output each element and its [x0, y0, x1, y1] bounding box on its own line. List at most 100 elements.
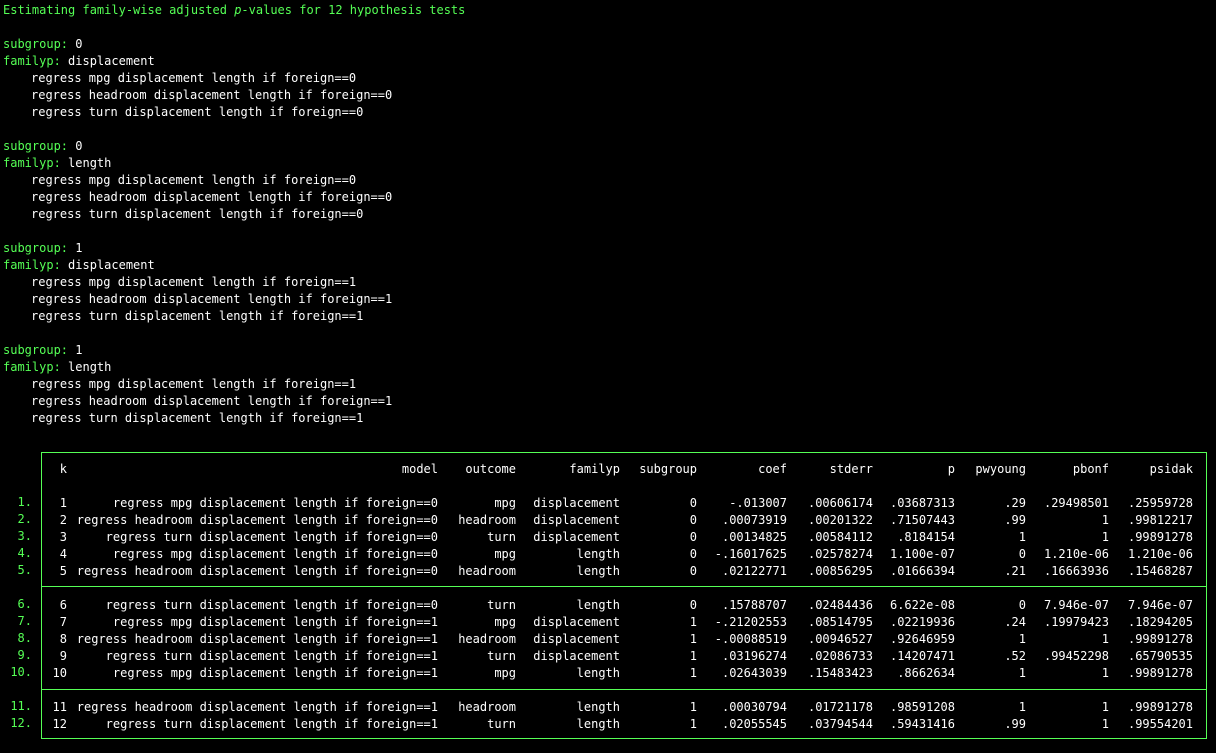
cell-outcome: turn: [487, 598, 516, 612]
subgroup-label: subgroup:: [3, 139, 69, 153]
column-header-p: p: [947, 462, 955, 476]
cell-familyp: length: [576, 598, 620, 612]
cell-pbonf: 1: [1101, 530, 1109, 544]
cell-pwyoung: .21: [1004, 564, 1026, 578]
subgroup-label: subgroup:: [3, 343, 69, 357]
column-header-stderr: stderr: [829, 462, 873, 476]
cell-pbonf: .99452298: [1043, 649, 1109, 663]
cell-pbonf: .16663936: [1043, 564, 1109, 578]
regress-command: regress turn displacement length if fore…: [31, 207, 364, 221]
cell-k: 7: [59, 615, 67, 629]
subgroup-label: subgroup:: [3, 37, 69, 51]
results-table: k model outcome familyp subgroup coef stderr p p…: [41, 452, 1207, 739]
cell-k: 5: [59, 564, 67, 578]
cell-k: 2: [59, 513, 67, 527]
column-header-psidak: psidak: [1149, 462, 1193, 476]
familyp-value: length: [68, 156, 112, 170]
cell-k: 1: [59, 496, 67, 510]
cell-subgroup: 1: [689, 666, 697, 680]
regress-command: regress headroom displacement length if …: [31, 88, 393, 102]
cell-coef: .03196274: [721, 649, 787, 663]
row-number: 11.: [10, 699, 32, 713]
cell-pbonf: 1: [1101, 513, 1109, 527]
cell-familyp: length: [576, 717, 620, 731]
familyp-label: familyp:: [3, 360, 61, 374]
familyp-label: familyp:: [3, 258, 61, 272]
cell-k: 9: [59, 649, 67, 663]
row-number: 1.: [17, 495, 32, 509]
cell-pwyoung: .99: [1004, 513, 1026, 527]
cell-p: .71507443: [889, 513, 955, 527]
cell-k: 12: [52, 717, 67, 731]
cell-outcome: turn: [487, 717, 516, 731]
row-number: 7.: [17, 614, 32, 628]
cell-subgroup: 0: [689, 564, 697, 578]
regress-command: regress mpg displacement length if forei…: [31, 71, 357, 85]
cell-psidak: .18294205: [1127, 615, 1193, 629]
cell-outcome: mpg: [494, 496, 516, 510]
row-number: 3.: [17, 529, 32, 543]
cell-outcome: turn: [487, 530, 516, 544]
regress-command: regress mpg displacement length if forei…: [31, 377, 357, 391]
subgroup-line: subgroup: 0: [3, 36, 83, 53]
subgroup-label: subgroup:: [3, 241, 69, 255]
cell-pwyoung: .99: [1004, 717, 1026, 731]
cell-stderr: .02086733: [807, 649, 873, 663]
cell-coef: -.00088519: [714, 632, 787, 646]
row-number: 4.: [17, 546, 32, 560]
cell-familyp: displacement: [533, 632, 620, 646]
cell-model: regress mpg displacement length if forei…: [112, 547, 438, 561]
cell-p: .8662634: [897, 666, 955, 680]
cell-pbonf: 1: [1101, 666, 1109, 680]
row-number: 5.: [17, 563, 32, 577]
familyp-label: familyp:: [3, 54, 61, 68]
cell-k: 4: [59, 547, 67, 561]
cell-familyp: displacement: [533, 513, 620, 527]
cell-coef: -.013007: [729, 496, 787, 510]
cell-outcome: headroom: [458, 700, 516, 714]
cell-coef: -.21202553: [714, 615, 787, 629]
subgroup-value: 1: [75, 241, 83, 255]
cell-model: regress turn displacement length if fore…: [105, 530, 438, 544]
cell-p: 1.100e-07: [889, 547, 955, 561]
cell-model: regress headroom displacement length if …: [76, 513, 438, 527]
familyp-line: familyp: displacement: [3, 53, 155, 70]
regress-command: regress headroom displacement length if …: [31, 292, 393, 306]
cell-model: regress turn displacement length if fore…: [105, 649, 438, 663]
cell-coef: -.16017625: [714, 547, 787, 561]
column-header-subgroup: subgroup: [639, 462, 697, 476]
cell-p: .59431416: [889, 717, 955, 731]
cell-pwyoung: 1: [1018, 700, 1026, 714]
familyp-value: displacement: [68, 54, 155, 68]
cell-k: 3: [59, 530, 67, 544]
heading-suffix: -values for 12 hypothesis tests: [241, 3, 466, 17]
cell-p: .01666394: [889, 564, 955, 578]
cell-outcome: headroom: [458, 632, 516, 646]
cell-familyp: displacement: [533, 530, 620, 544]
cell-stderr: .02484436: [807, 598, 873, 612]
cell-familyp: displacement: [533, 649, 620, 663]
cell-p: .02219936: [889, 615, 955, 629]
cell-subgroup: 1: [689, 649, 697, 663]
cell-outcome: mpg: [494, 666, 516, 680]
cell-outcome: mpg: [494, 547, 516, 561]
cell-p: .8184154: [897, 530, 955, 544]
cell-subgroup: 0: [689, 530, 697, 544]
cell-model: regress headroom displacement length if …: [76, 564, 438, 578]
cell-p: .98591208: [889, 700, 955, 714]
regress-command: regress turn displacement length if fore…: [31, 309, 364, 323]
cell-pwyoung: 1: [1018, 632, 1026, 646]
cell-outcome: headroom: [458, 513, 516, 527]
cell-familyp: displacement: [533, 615, 620, 629]
row-group-separator: [42, 689, 1206, 690]
familyp-line: familyp: length: [3, 359, 111, 376]
cell-model: regress mpg displacement length if forei…: [112, 666, 438, 680]
cell-subgroup: 0: [689, 496, 697, 510]
subgroup-line: subgroup: 0: [3, 138, 83, 155]
cell-pwyoung: 0: [1018, 598, 1026, 612]
regress-command: regress mpg displacement length if forei…: [31, 173, 357, 187]
cell-psidak: .99554201: [1127, 717, 1193, 731]
cell-model: regress headroom displacement length if …: [76, 700, 438, 714]
cell-model: regress mpg displacement length if forei…: [112, 615, 438, 629]
cell-pbonf: 1: [1101, 700, 1109, 714]
